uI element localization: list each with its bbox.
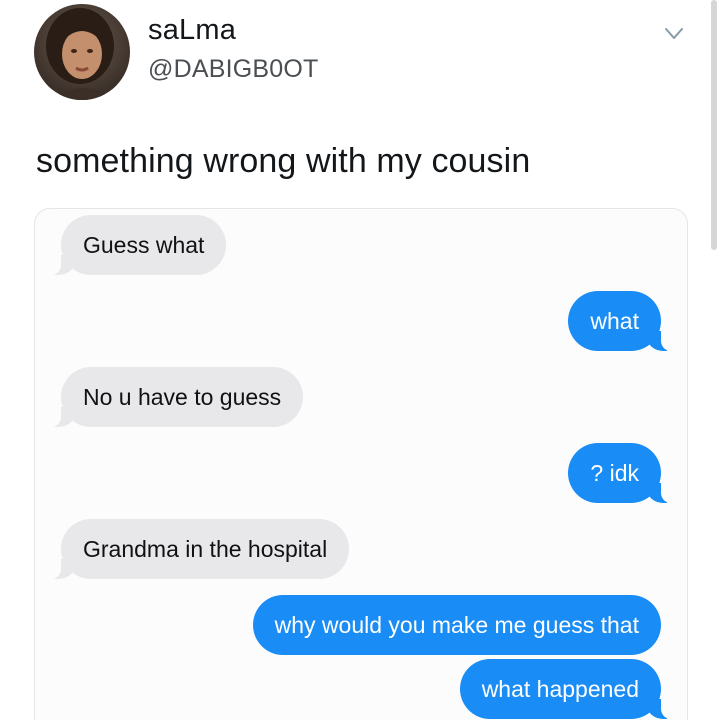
message-bubble-sent: why would you make me guess that [252, 595, 661, 655]
message-text: what happened [481, 676, 639, 702]
message-bubble-received: Guess what [48, 215, 227, 275]
chevron-down-icon[interactable] [664, 26, 684, 42]
user-handle[interactable]: @DABIGB0OT [148, 55, 318, 84]
message-text: what [590, 308, 639, 334]
avatar-image [34, 4, 130, 100]
message-bubble-sent: ? idk [568, 443, 673, 503]
tweet-text: something wrong with my cousin [36, 142, 531, 180]
message-text: Guess what [83, 232, 205, 258]
message-text: ? idk [590, 460, 639, 486]
tweet-page: saLma @DABIGB0OT something wrong with my… [0, 0, 720, 720]
message-bubble-received: No u have to guess [48, 367, 304, 427]
display-name[interactable]: saLma [148, 14, 236, 47]
message-bubble-sent: what [568, 291, 673, 351]
message-text: why would you make me guess that [274, 612, 639, 638]
message-bubble-sent: what happened [459, 659, 674, 719]
message-text: Grandma in the hospital [83, 536, 328, 562]
message-text: No u have to guess [83, 384, 282, 410]
scrollbar[interactable] [711, 0, 717, 250]
message-bubble-received: Grandma in the hospital [48, 519, 350, 579]
embedded-message-screenshot: Guess what what No u have to guess ? idk… [34, 208, 688, 720]
profile-avatar[interactable] [34, 4, 130, 100]
